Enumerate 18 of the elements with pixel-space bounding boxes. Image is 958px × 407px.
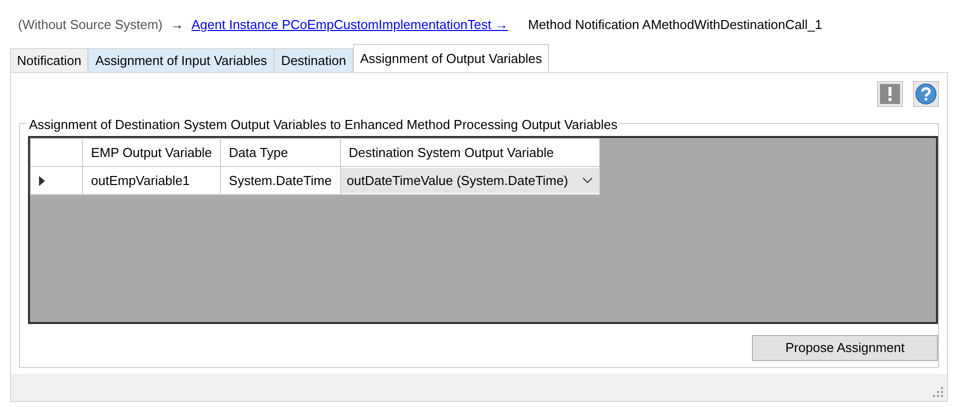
column-header: EMP Output Variable: [82, 138, 220, 166]
resize-grip-icon[interactable]: [932, 386, 944, 398]
chevron-down-icon[interactable]: [582, 177, 594, 184]
table-cell: System.DateTime: [220, 166, 340, 194]
help-icon[interactable]: [913, 81, 939, 107]
tab[interactable]: Destination: [274, 48, 354, 72]
column-header: Destination System Output Variable: [340, 138, 600, 166]
tab[interactable]: Assignment of Output Variables: [353, 44, 549, 72]
propose-assignment-button[interactable]: Propose Assignment: [752, 335, 938, 361]
tab[interactable]: Notification: [10, 48, 88, 72]
column-header: Data Type: [220, 138, 340, 166]
current-item-title: Method Notification AMethodWithDestinationCall_1: [528, 16, 822, 34]
table-cell: outEmpVariable1: [82, 166, 220, 194]
breadcrumb-text: (Without Source System): [18, 16, 162, 34]
tab[interactable]: Assignment of Input Variables: [88, 48, 274, 72]
arrow-text: →: [170, 16, 184, 34]
dropdown-field[interactable]: outDateTimeValue (System.DateTime): [340, 166, 600, 194]
breadcrumb-link[interactable]: Agent Instance PCoEmpCustomImplementationTest →: [192, 15, 508, 35]
